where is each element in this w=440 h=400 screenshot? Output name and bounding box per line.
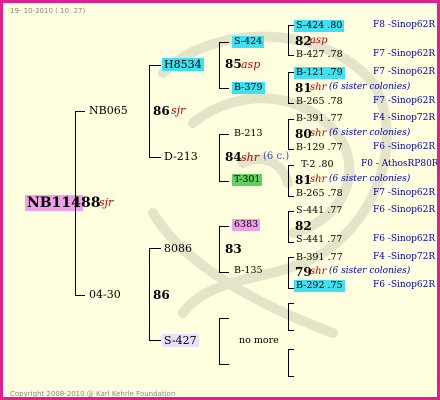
gen4-3-year: shr <box>310 174 327 185</box>
gen4-4-line1[interactable]: S-441 .77 <box>296 206 342 216</box>
gen4-3-ped2: F7 -Sinop62R <box>373 188 436 198</box>
pedigree-frame: 19- 10-2010 ( 10: 27) NB114 88 sjr NB065… <box>0 0 440 400</box>
top-parent-bracket <box>149 65 150 157</box>
grandparent-a-year: asp <box>241 58 261 71</box>
gen4-4-ped2: F6 -Sinop62R <box>373 234 436 244</box>
gen4-4-score: 82 <box>295 219 312 233</box>
gen4-1-line1[interactable]: B-121 .79 <box>294 67 345 79</box>
gen4-1-line2[interactable]: B-265 .78 <box>296 97 343 107</box>
gen3-c1-id[interactable]: 6383 <box>232 219 261 231</box>
gen4-0-line2[interactable]: B-427 .78 <box>296 50 343 60</box>
gen4-5-ped2: F6 -Sinop62R <box>373 280 436 290</box>
gen3-b2-id[interactable]: T-301 <box>232 174 263 186</box>
gen4-0-ped2: F7 -Sinop62R <box>373 49 436 59</box>
gen4-3-line2[interactable]: B-265 .78 <box>296 189 343 199</box>
gen4-2-note: (6 sister colonies) <box>329 128 411 138</box>
root-bracket <box>75 111 76 295</box>
parent-bottom-id[interactable]: 04-30 <box>89 289 121 300</box>
parent-top-id[interactable]: NB065 <box>89 105 128 116</box>
parent-bottom-score: 86 <box>153 288 170 302</box>
gen3-a2-id[interactable]: B-379 <box>232 82 265 94</box>
root-year: sjr <box>99 196 114 209</box>
gen3-a1-id[interactable]: S-424 <box>232 36 265 48</box>
gen4-2-ped2: F6 -Sinop62R <box>373 142 436 152</box>
gen4-5-line1[interactable]: B-391 .77 <box>296 253 343 263</box>
gen4-1-year: shr <box>310 82 327 93</box>
copyright-footer: Copyright 2008-2010 @ Karl Kehrle Founda… <box>10 390 176 398</box>
grandparent-d-no-more: no more <box>239 335 279 346</box>
gen4-4-line2[interactable]: S-441 .77 <box>296 235 342 245</box>
grandparent-b-id[interactable]: D-213 <box>164 151 198 162</box>
gen4-5-ped1: F4 -Sinop72R <box>373 252 436 262</box>
bottom-parent-bracket <box>149 248 150 340</box>
gen4-1-ped1: F7 -Sinop62R <box>373 67 436 77</box>
grandparent-c-id[interactable]: 8086 <box>164 243 192 254</box>
gen4-2-ped1: F4 -Sinop72R <box>373 113 436 123</box>
grandparent-b-score: 84 <box>225 150 242 164</box>
gen4-4-ped1: F6 -Sinop62R <box>373 205 436 215</box>
gen4-3-line1[interactable]: T-2 .80 <box>301 160 334 170</box>
grandparent-c-score: 83 <box>225 242 242 256</box>
grandparent-b-year: shr <box>241 151 259 164</box>
grandparent-a-id[interactable]: H8534 <box>162 58 204 71</box>
gen4-1-note: (6 sister colonies) <box>329 82 411 92</box>
parent-top-score: 86 <box>153 104 170 118</box>
report-timestamp: 19- 10-2010 ( 10: 27) <box>10 7 86 15</box>
gen4-3-note: (6 sister colonies) <box>329 174 411 184</box>
gen4-5-line2[interactable]: B-292 .75 <box>294 280 345 292</box>
gen4-1-ped2: F7 -Sinop62R <box>373 96 436 106</box>
grandparent-b-note: (6 c.) <box>263 151 290 162</box>
gen4-0-ped1: F8 -Sinop62R <box>373 20 436 30</box>
gen4-0-year: asp <box>310 35 328 46</box>
gen4-0-line1[interactable]: S-424 .80 <box>294 20 345 32</box>
gen4-5-note: (6 sister colonies) <box>329 266 411 276</box>
gen3-c2-id[interactable]: B-135 <box>234 266 263 276</box>
gen4-2-line1[interactable]: B-391 .77 <box>296 114 343 124</box>
grandparent-a-score: 85 <box>225 57 242 71</box>
gen4-3-ped1: F0 - AthosRP80R <box>361 159 439 169</box>
gen4-2-year: shr <box>310 128 327 139</box>
grandparent-d-id[interactable]: S-427 <box>162 334 199 347</box>
root-score: 88 <box>81 195 101 211</box>
gen4-5-year: shr <box>310 266 327 277</box>
gen3-b1-id[interactable]: B-213 <box>234 129 263 139</box>
gen4-2-line2[interactable]: B-129 .77 <box>296 143 343 153</box>
parent-top-year: sjr <box>171 104 186 117</box>
